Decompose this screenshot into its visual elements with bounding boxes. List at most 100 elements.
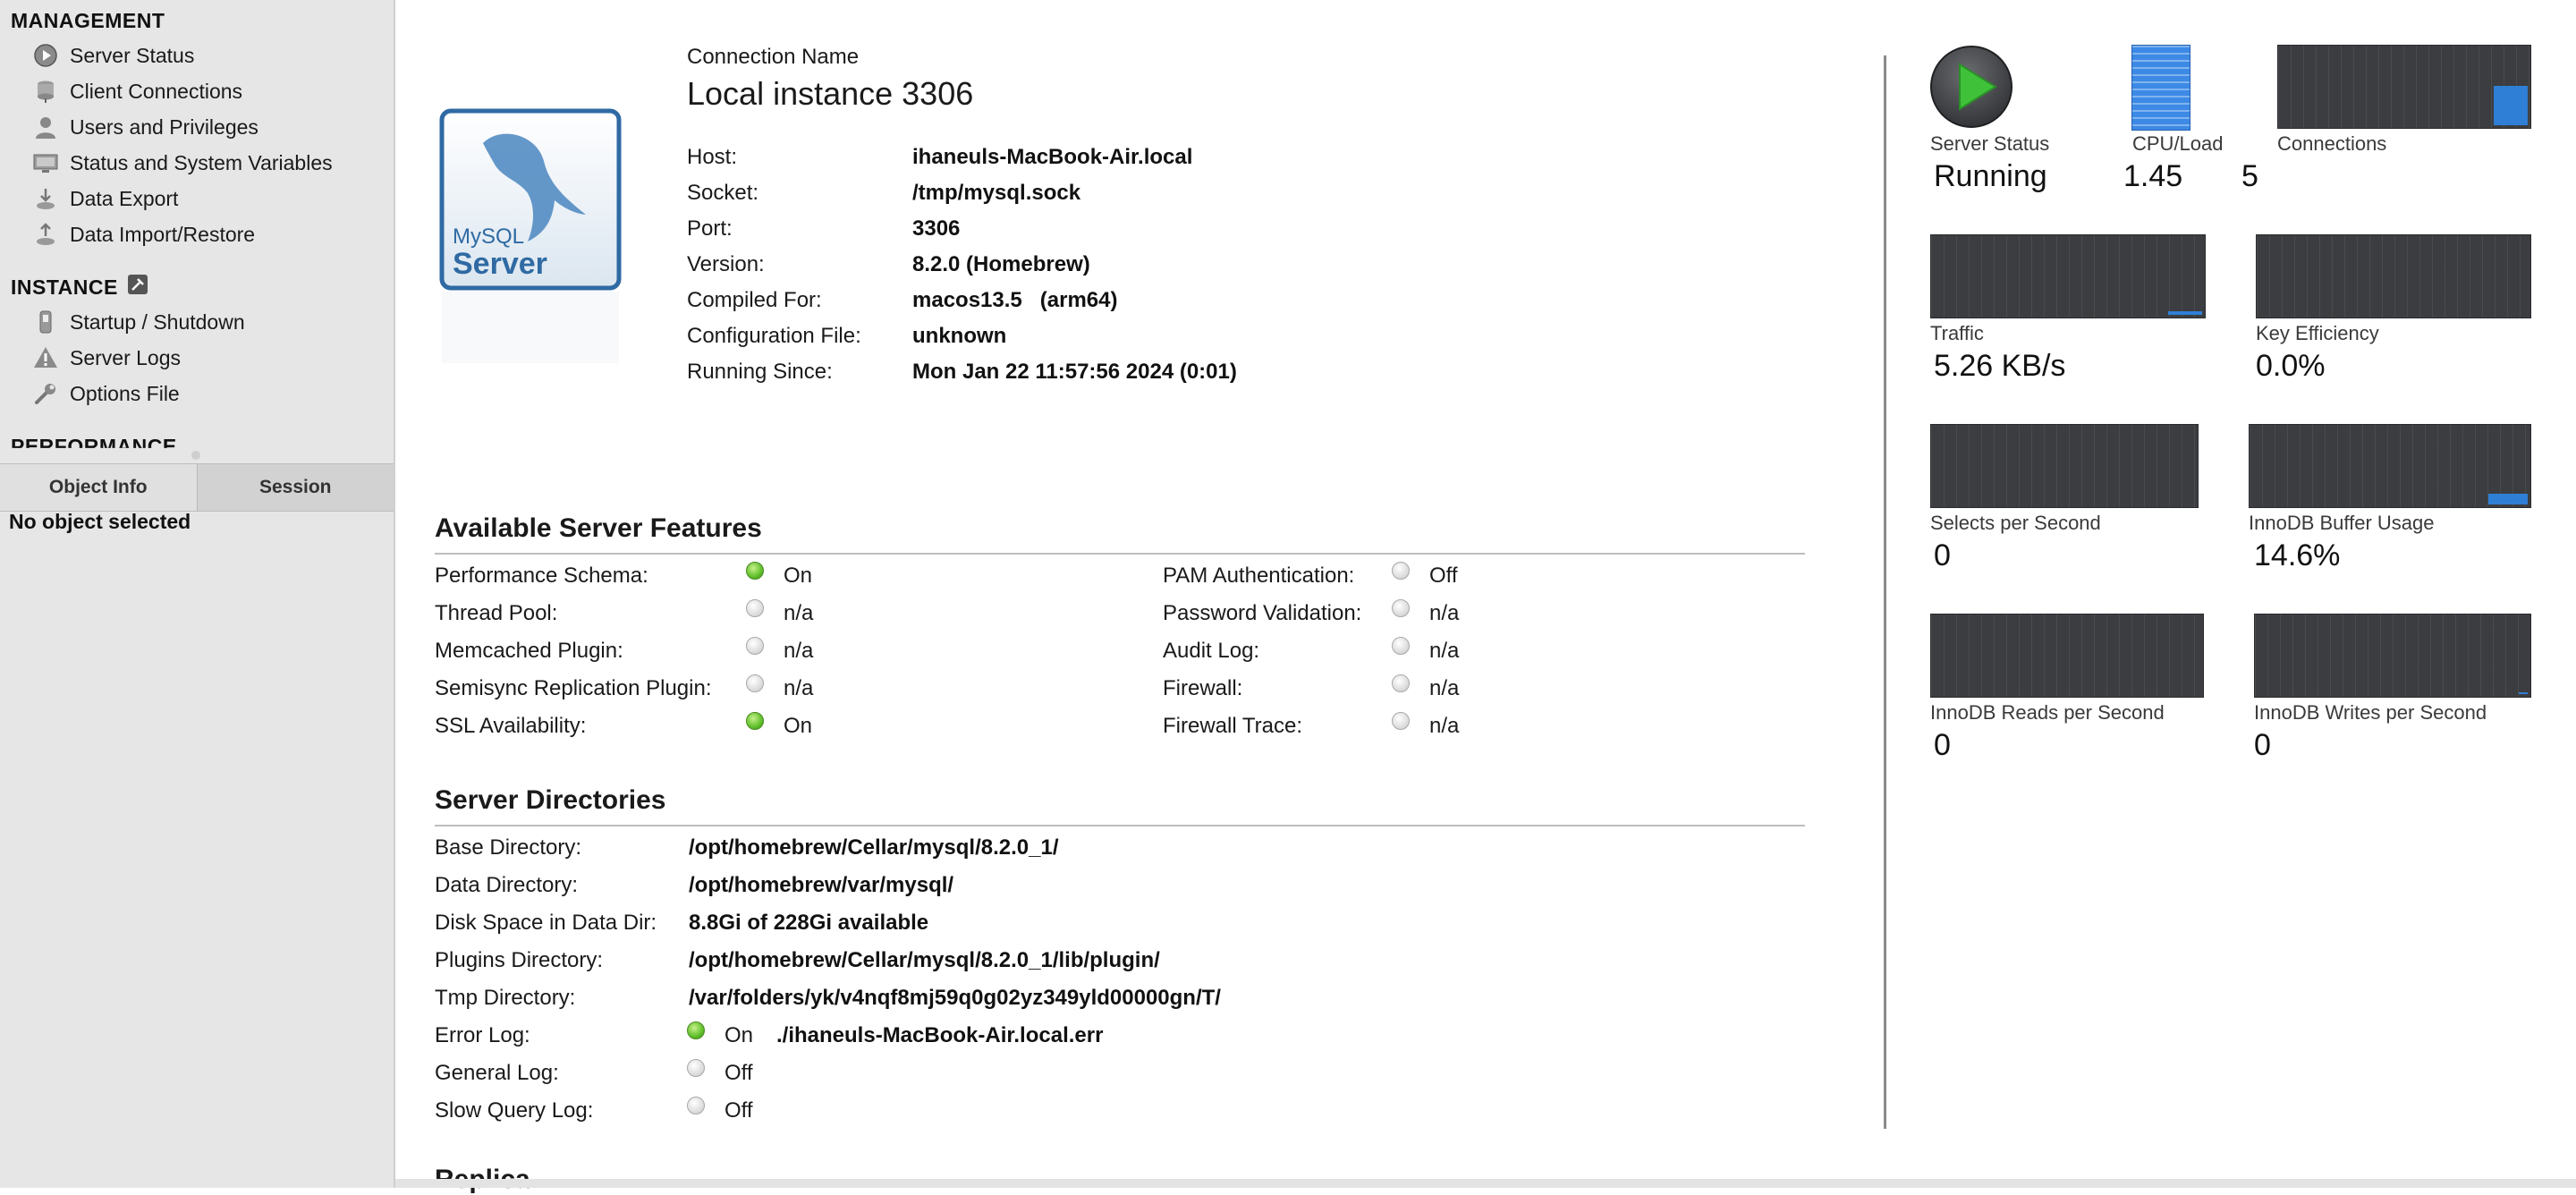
selects-per-second-label: Selects per Second [1930, 512, 2101, 534]
server-running-play-icon [1930, 46, 2012, 128]
management-title: MANAGEMENT [11, 9, 165, 32]
sidebar-item-label: Options File [70, 381, 180, 405]
directory-label: Base Directory: [435, 835, 582, 860]
tab-object-info[interactable]: Object Info [0, 464, 198, 511]
features-title: Available Server Features [435, 513, 762, 543]
features-divider [435, 553, 1805, 555]
innodb-reads-graph [1930, 614, 2204, 698]
innodb-writes-label: InnoDB Writes per Second [2254, 701, 2487, 724]
port-label: Port: [687, 216, 733, 241]
user-icon [32, 114, 59, 140]
directories-title: Server Directories [435, 785, 666, 815]
tab-session[interactable]: Session [198, 464, 394, 511]
key-efficiency-value: 0.0% [2256, 349, 2326, 383]
innodb-buffer-usage-label: InnoDB Buffer Usage [2249, 512, 2435, 534]
horizontal-scrollbar[interactable] [395, 1179, 2576, 1188]
sidebar-item-server-status[interactable]: Server Status [32, 39, 194, 72]
directory-value: /opt/homebrew/var/mysql/ [689, 873, 954, 897]
sidebar-item-options-file[interactable]: Options File [32, 377, 180, 410]
server-status-value: Running [1934, 159, 2047, 193]
connections-value: 5 [2241, 159, 2258, 193]
directory-value: /var/folders/yk/v4nqf8mj59q0g02yz349yld0… [689, 986, 1221, 1010]
directory-label: Disk Space in Data Dir: [435, 911, 657, 935]
sidebar-item-label: Server Status [70, 43, 195, 67]
directory-label: Tmp Directory: [435, 986, 576, 1010]
sidebar-item-label: Status and System Variables [70, 150, 333, 174]
sidebar-item-label: Server Logs [70, 345, 182, 369]
sidebar-item-label: Startup / Shutdown [70, 309, 245, 334]
innodb-buffer-usage-value: 14.6% [2254, 538, 2341, 572]
feature-label: SSL Availability: [435, 714, 587, 738]
status-on-indicator [746, 712, 764, 730]
status-on-indicator [687, 1021, 705, 1039]
compiled-for-label: Compiled For: [687, 288, 822, 312]
feature-status: n/a [1429, 639, 1460, 663]
monitor-icon [32, 149, 59, 176]
innodb-writes-graph-bar [2519, 692, 2528, 694]
version-value: 8.2.0 (Homebrew) [912, 252, 1090, 276]
status-off-indicator [1392, 637, 1410, 655]
port-value: 3306 [912, 216, 961, 241]
status-off-indicator [1392, 674, 1410, 692]
feature-label: Firewall: [1163, 676, 1243, 700]
sidebar-item-client-connections[interactable]: Client Connections [32, 75, 242, 107]
instance-section-title: INSTANCE [11, 274, 148, 301]
sidebar-item-label: Users and Privileges [70, 114, 258, 139]
feature-status: n/a [784, 601, 814, 625]
cpu-load-value: 1.45 [2123, 159, 2183, 193]
log-label: General Log: [435, 1061, 559, 1085]
directory-label: Plugins Directory: [435, 948, 604, 972]
feature-status: Off [1429, 564, 1458, 588]
traffic-graph-bar [2168, 311, 2202, 315]
instance-settings-icon[interactable] [127, 274, 148, 301]
sidebar-item-data-import[interactable]: Data Import/Restore [32, 218, 255, 250]
status-off-indicator [1392, 712, 1410, 730]
log-status: On [724, 1023, 754, 1047]
feature-label: Semisync Replication Plugin: [435, 676, 712, 700]
server-status-label: Server Status [1930, 132, 2050, 155]
panel-divider [1884, 55, 1886, 1129]
running-since-value: Mon Jan 22 11:57:56 2024 (0:01) [912, 360, 1237, 384]
feature-label: Thread Pool: [435, 601, 558, 625]
sidebar-item-label: Data Export [70, 186, 179, 210]
innodb-buffer-usage-graph [2249, 424, 2531, 508]
sidebar-item-users-privileges[interactable]: Users and Privileges [32, 111, 258, 143]
socket-label: Socket: [687, 181, 759, 205]
status-off-indicator [1392, 599, 1410, 617]
compiled-for-value: macos13.5 (arm64) [912, 288, 1118, 312]
innodb-writes-value: 0 [2254, 728, 2271, 762]
connections-label: Connections [2277, 132, 2387, 155]
running-since-label: Running Since: [687, 360, 833, 384]
cpu-load-label: CPU/Load [2132, 132, 2224, 155]
feature-label: Audit Log: [1163, 639, 1260, 663]
play-circle-icon [32, 42, 59, 69]
feature-status: n/a [784, 639, 814, 663]
status-off-indicator [687, 1059, 705, 1077]
key-efficiency-label: Key Efficiency [2256, 322, 2379, 344]
warning-icon [32, 344, 59, 371]
mysql-server-logo: MySQL Server [438, 107, 624, 367]
feature-label: Memcached Plugin: [435, 639, 623, 663]
directories-divider [435, 825, 1805, 826]
cpu-load-gauge [2131, 45, 2190, 131]
connection-name-label: Connection Name [687, 45, 860, 69]
no-object-selected: No object selected [9, 510, 191, 533]
sidebar-item-startup-shutdown[interactable]: Startup / Shutdown [32, 306, 245, 338]
sidebar-item-label: Data Import/Restore [70, 222, 256, 246]
sidebar-item-status-variables[interactable]: Status and System Variables [32, 147, 333, 179]
sidebar: MANAGEMENT Server Status Client Connecti… [0, 0, 395, 1188]
import-icon [32, 221, 59, 248]
feature-status: n/a [1429, 601, 1460, 625]
feature-status: n/a [1429, 676, 1460, 700]
sidebar-item-server-logs[interactable]: Server Logs [32, 342, 181, 374]
directory-value: /opt/homebrew/Cellar/mysql/8.2.0_1/ [689, 835, 1059, 860]
feature-label: Performance Schema: [435, 564, 648, 588]
feature-label: Password Validation: [1163, 601, 1362, 625]
config-file-label: Configuration File: [687, 324, 861, 348]
splitter-handle[interactable] [191, 451, 200, 460]
status-off-indicator [687, 1097, 705, 1114]
sidebar-item-data-export[interactable]: Data Export [32, 182, 178, 215]
connections-graph-bar [2494, 86, 2528, 125]
status-off-indicator [746, 637, 764, 655]
socket-value: /tmp/mysql.sock [912, 181, 1081, 205]
